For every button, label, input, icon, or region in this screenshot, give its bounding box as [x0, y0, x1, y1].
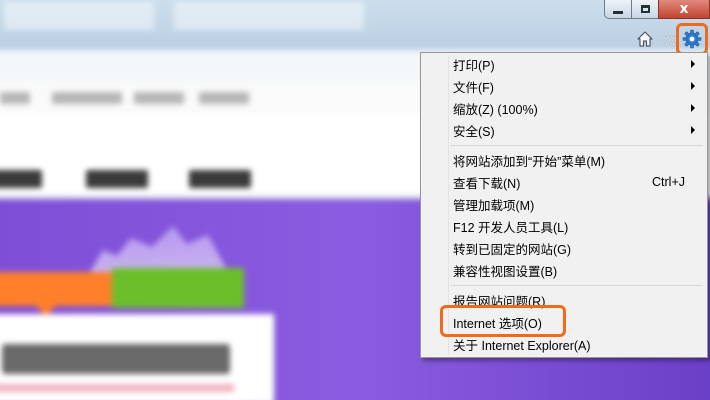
- menu-separator: [451, 145, 703, 146]
- site-nav-item: [134, 92, 184, 104]
- site-nav-item: [52, 92, 122, 104]
- site-menu-item: [86, 170, 148, 188]
- menu-item-label: 查看下载(N): [453, 176, 521, 191]
- menu-item-add-site-to-start[interactable]: 将网站添加到“开始”菜单(M): [423, 149, 705, 171]
- menu-item-label: 兼容性视图设置(B): [453, 264, 558, 279]
- menu-item-label: 安全(S): [453, 124, 495, 139]
- maximize-icon: [640, 5, 650, 13]
- menu-item-label: 缩放(Z) (100%): [453, 102, 538, 117]
- site-nav-item: [0, 92, 30, 104]
- menu-item-shortcut: Ctrl+J: [652, 175, 685, 189]
- menu-item-manage-addons[interactable]: 管理加载项(M): [423, 193, 705, 215]
- menu-item-file[interactable]: 文件(F): [423, 75, 705, 97]
- browser-tab: [4, 2, 154, 30]
- menu-separator: [451, 285, 703, 286]
- promo-card-heading: [2, 344, 230, 374]
- gear-icon: [682, 29, 702, 49]
- menu-item-view-downloads[interactable]: 查看下载(N) Ctrl+J: [423, 171, 705, 193]
- menu-item-pinned-sites[interactable]: 转到已固定的网站(G): [423, 237, 705, 259]
- menu-item-label: 关于 Internet Explorer(A): [453, 338, 591, 353]
- menu-item-zoom[interactable]: 缩放(Z) (100%): [423, 97, 705, 119]
- site-nav-item: [199, 92, 249, 104]
- minimize-icon: [613, 10, 623, 14]
- promo-card-accent: [0, 384, 234, 392]
- site-menu-item: [0, 170, 42, 188]
- promo-tag: [0, 272, 112, 306]
- menu-item-label: 管理加载项(M): [453, 198, 535, 213]
- home-button[interactable]: [635, 29, 655, 49]
- minimize-button[interactable]: [604, 0, 632, 19]
- submenu-arrow-icon: [691, 104, 695, 112]
- menu-item-label: 打印(P): [453, 58, 495, 73]
- menu-item-label: 将网站添加到“开始”菜单(M): [453, 154, 606, 169]
- close-icon: x: [679, 1, 689, 17]
- browser-tab: [174, 2, 364, 30]
- highlight-internet-options: [440, 305, 566, 337]
- menu-item-f12-devtools[interactable]: F12 开发人员工具(L): [423, 215, 705, 237]
- menu-item-compat-view[interactable]: 兼容性视图设置(B): [423, 259, 705, 281]
- site-menu-item: [189, 170, 251, 188]
- menu-item-label: 文件(F): [453, 80, 494, 95]
- submenu-arrow-icon: [691, 82, 695, 90]
- close-button[interactable]: x: [658, 0, 710, 19]
- menu-item-label: F12 开发人员工具(L): [453, 220, 569, 235]
- menu-item-print[interactable]: 打印(P): [423, 53, 705, 75]
- maximize-button[interactable]: [631, 0, 659, 19]
- tools-button[interactable]: [676, 23, 708, 55]
- menu-item-label: 转到已固定的网站(G): [453, 242, 572, 257]
- submenu-arrow-icon: [691, 60, 695, 68]
- home-icon: [637, 31, 653, 47]
- promo-button: [112, 268, 244, 308]
- menu-item-safety[interactable]: 安全(S): [423, 119, 705, 141]
- submenu-arrow-icon: [691, 126, 695, 134]
